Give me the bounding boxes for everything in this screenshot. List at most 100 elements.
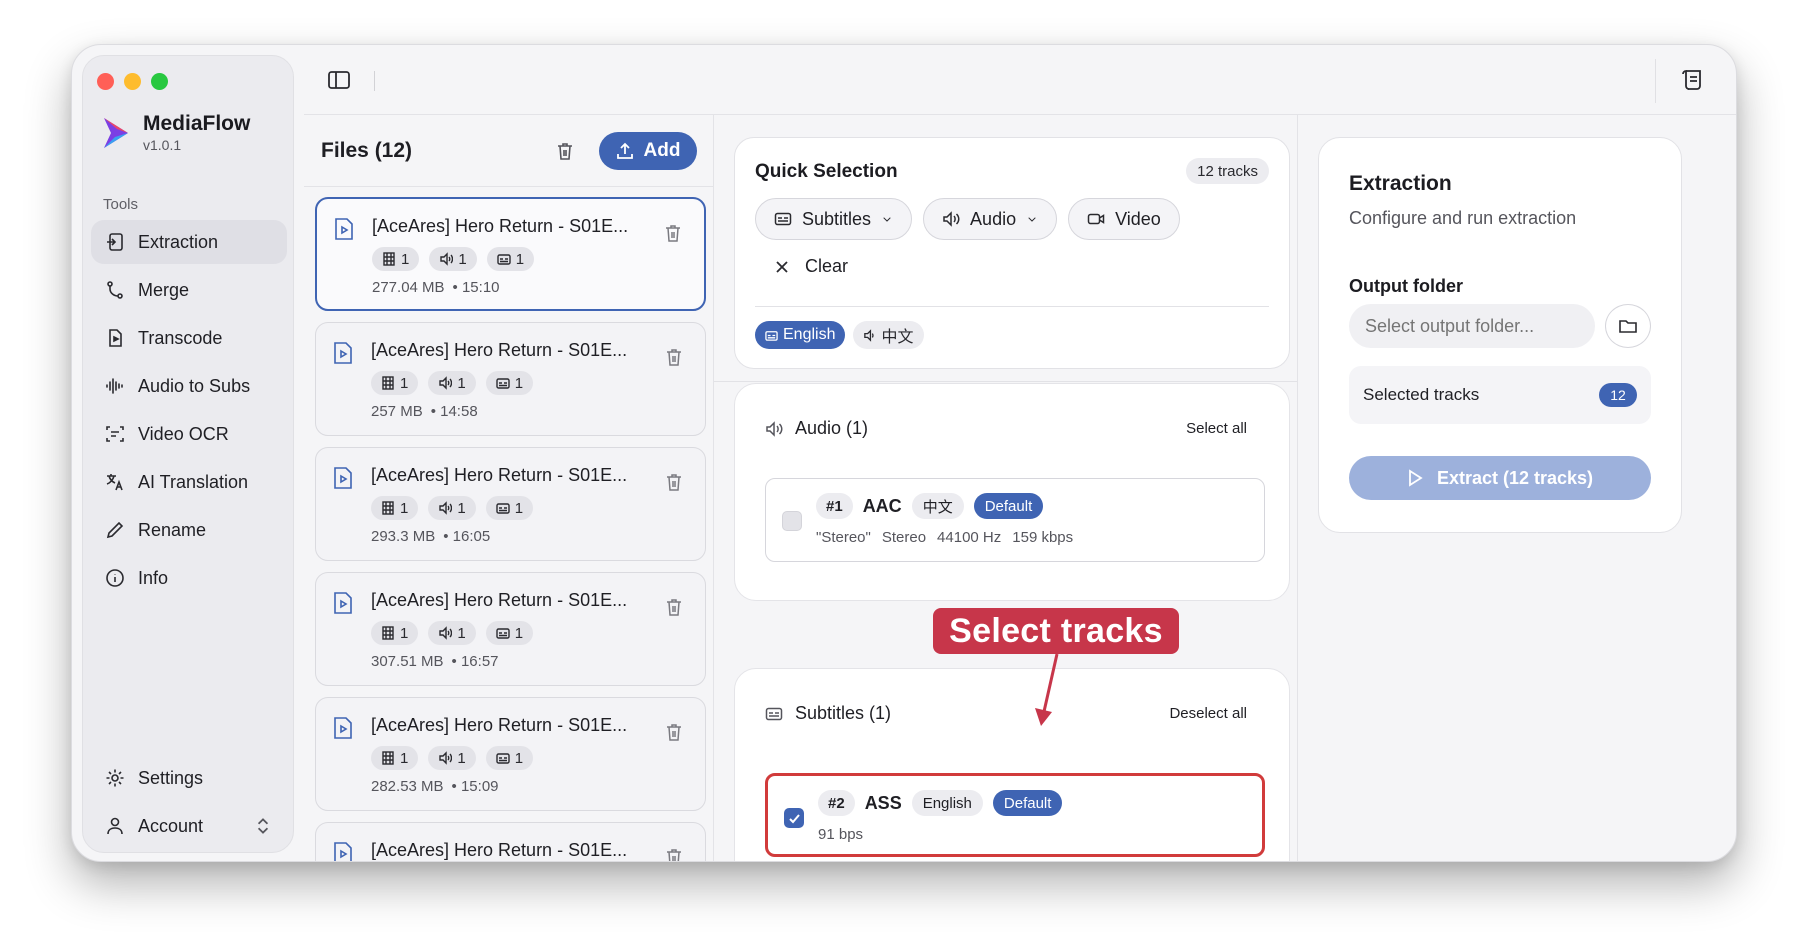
extract-label: Extract (12 tracks) bbox=[1436, 467, 1594, 488]
delete-file-icon[interactable] bbox=[664, 223, 682, 243]
selected-tracks-label: Selected tracks bbox=[1363, 385, 1480, 404]
sidebar-item-label: Info bbox=[138, 567, 169, 588]
video-track-badge: 1 bbox=[371, 621, 419, 645]
english-language-chip[interactable]: English bbox=[755, 321, 846, 349]
files-panel: Files (12) Add [AceAres] Hero Return - S… bbox=[304, 115, 714, 861]
subtitles-icon bbox=[765, 707, 783, 720]
mediaflow-logo-icon bbox=[104, 117, 128, 148]
output-folder-input[interactable] bbox=[1349, 304, 1595, 348]
sidebar-item-extraction[interactable]: Extraction bbox=[91, 220, 287, 264]
sidebar-item-merge[interactable]: Merge bbox=[91, 268, 287, 312]
video-file-icon bbox=[335, 218, 353, 240]
file-size: 307.51 MB bbox=[371, 653, 444, 670]
subtitle-track-checkbox[interactable] bbox=[784, 808, 804, 828]
sidebar-item-video-ocr[interactable]: Video OCR bbox=[91, 412, 287, 456]
audio-filter-label: Audio bbox=[970, 208, 1017, 229]
subtitle-track-badge: 1 bbox=[485, 371, 534, 395]
video-track-badge: 1 bbox=[371, 371, 419, 395]
user-icon bbox=[107, 817, 123, 835]
audio-filter-button[interactable]: Audio bbox=[923, 198, 1058, 240]
delete-file-icon[interactable] bbox=[665, 472, 683, 492]
delete-file-icon[interactable] bbox=[665, 847, 683, 862]
select-all-audio-button[interactable]: Select all bbox=[1186, 420, 1247, 437]
sidebar-item-label: Audio to Subs bbox=[138, 375, 251, 396]
files-header: Files (12) Add bbox=[304, 115, 713, 187]
subs-section-title: Subtitles (1) bbox=[795, 703, 892, 723]
clear-selection-button[interactable]: Clear bbox=[775, 256, 848, 277]
sidebar-item-label: Extraction bbox=[138, 231, 219, 252]
file-size: 277.04 MB bbox=[372, 279, 445, 296]
sidebar-item-info[interactable]: Info bbox=[91, 556, 287, 600]
extract-button[interactable]: Extract (12 tracks) bbox=[1349, 456, 1651, 500]
subs-count: 1 bbox=[514, 374, 524, 392]
settings-label: Settings bbox=[138, 767, 204, 788]
sidebar-item-ai-translation[interactable]: AI Translation bbox=[91, 460, 287, 504]
file-card[interactable]: [AceAres] Hero Return - S01E... 1 1 1 25… bbox=[315, 322, 706, 436]
speaker-icon bbox=[439, 376, 453, 390]
file-name: [AceAres] Hero Return - S01E... bbox=[371, 840, 628, 860]
subtitle-track-row[interactable]: #2 ASS English Default 91 bps bbox=[765, 773, 1265, 857]
selected-tracks-count: 12 bbox=[1599, 383, 1637, 407]
browse-folder-button[interactable] bbox=[1605, 304, 1651, 348]
sidebar-toggle-icon[interactable] bbox=[326, 67, 352, 93]
file-card[interactable]: [AceAres] Hero Return - S01E... 1 1 1 29… bbox=[315, 447, 706, 561]
sidebar-item-transcode[interactable]: Transcode bbox=[91, 316, 287, 360]
film-icon bbox=[382, 501, 394, 515]
file-card[interactable]: [AceAres] Hero Return - S01E... 1 1 1 30… bbox=[315, 572, 706, 686]
film-icon bbox=[383, 252, 395, 266]
audio-track-badge: 1 bbox=[428, 371, 476, 395]
file-track-badges: 1 1 1 bbox=[371, 496, 534, 520]
chevron-down-icon bbox=[883, 217, 891, 222]
play-icon bbox=[1409, 469, 1423, 487]
chinese-language-chip[interactable]: 中文 bbox=[853, 321, 924, 349]
chinese-chip-label: 中文 bbox=[881, 329, 914, 346]
output-folder-label: Output folder bbox=[1349, 276, 1463, 296]
zoom-window-button[interactable] bbox=[151, 73, 168, 90]
tracks-count-badge: 12 tracks bbox=[1186, 158, 1269, 184]
ocr-icon bbox=[106, 426, 124, 442]
chevron-updown-icon[interactable] bbox=[253, 816, 273, 836]
brand: MediaFlow v1.0.1 bbox=[101, 112, 250, 153]
file-list: [AceAres] Hero Return - S01E... 1 1 1 27… bbox=[315, 197, 706, 862]
video-filter-button[interactable]: Video bbox=[1068, 198, 1180, 240]
subtitles-icon bbox=[495, 628, 510, 639]
sidebar-item-settings[interactable]: Settings bbox=[91, 756, 287, 800]
add-label: Add bbox=[643, 139, 681, 161]
clear-label: Clear bbox=[805, 256, 849, 276]
video-count: 1 bbox=[400, 749, 409, 767]
file-name: [AceAres] Hero Return - S01E... bbox=[371, 715, 628, 735]
info-icon bbox=[106, 569, 124, 587]
audio-count: 1 bbox=[457, 749, 466, 767]
audio-track-row[interactable]: #1 AAC 中文 Default "Stereo" Stereo 44100 … bbox=[765, 478, 1265, 562]
file-duration: • 14:58 bbox=[430, 403, 478, 420]
folder-icon bbox=[1619, 320, 1637, 333]
audio-count: 1 bbox=[457, 499, 466, 517]
delete-file-icon[interactable] bbox=[665, 347, 683, 367]
subs-count: 1 bbox=[514, 624, 524, 642]
close-window-button[interactable] bbox=[97, 73, 114, 90]
audio-track-checkbox[interactable] bbox=[782, 511, 802, 531]
file-card[interactable]: [AceAres] Hero Return - S01E... 1 1 1 27… bbox=[315, 197, 706, 311]
add-files-button[interactable]: Add bbox=[599, 131, 697, 170]
sidebar-item-rename[interactable]: Rename bbox=[91, 508, 287, 552]
speaker-icon bbox=[766, 420, 783, 437]
sidebar-item-account[interactable]: Account bbox=[91, 804, 287, 848]
chevron-down-icon bbox=[1028, 217, 1036, 222]
film-icon bbox=[382, 751, 394, 765]
trash-all-icon[interactable] bbox=[555, 141, 575, 161]
track-info: #1 AAC 中文 Default bbox=[816, 493, 1044, 519]
log-scroll-icon[interactable] bbox=[1680, 67, 1706, 93]
minimize-window-button[interactable] bbox=[124, 73, 141, 90]
deselect-all-subs-button[interactable]: Deselect all bbox=[1169, 705, 1247, 722]
transcode-icon bbox=[109, 329, 122, 347]
speaker-icon bbox=[864, 328, 875, 342]
file-card[interactable]: [AceAres] Hero Return - S01E... bbox=[315, 822, 706, 862]
subtitles-filter-button[interactable]: Subtitles bbox=[755, 198, 913, 240]
speaker-icon bbox=[439, 751, 453, 765]
delete-file-icon[interactable] bbox=[665, 722, 683, 742]
file-card[interactable]: [AceAres] Hero Return - S01E... 1 1 1 28… bbox=[315, 697, 706, 811]
sidebar-item-audio-to-subs[interactable]: Audio to Subs bbox=[91, 364, 287, 408]
audio-track-badge: 1 bbox=[428, 621, 476, 645]
sidebar: MediaFlow v1.0.1 Tools Extraction Merge … bbox=[82, 55, 294, 853]
delete-file-icon[interactable] bbox=[665, 597, 683, 617]
